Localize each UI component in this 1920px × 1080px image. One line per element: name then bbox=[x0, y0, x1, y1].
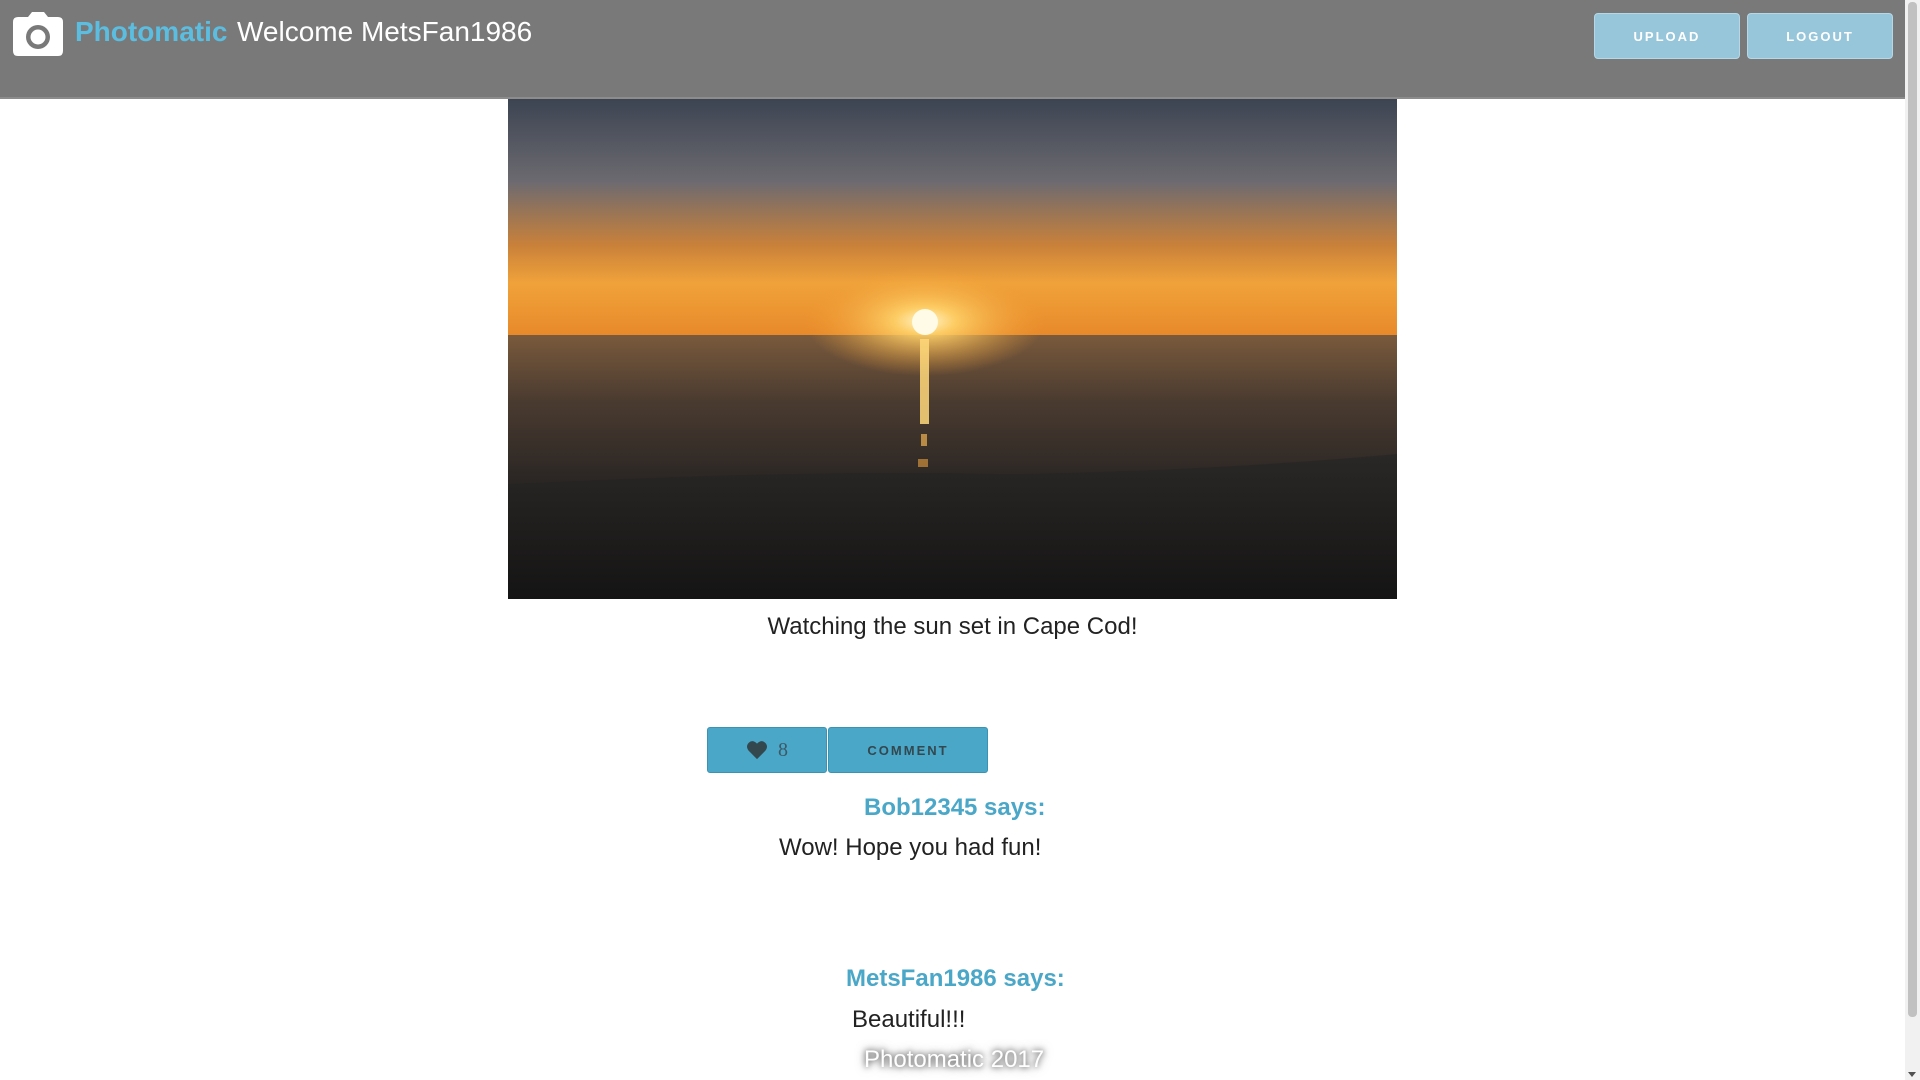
logout-button[interactable]: LOGOUT bbox=[1747, 13, 1893, 59]
top-navbar: Photomatic Welcome MetsFan1986 UPLOAD LO… bbox=[0, 0, 1905, 99]
post-caption: Watching the sun set in Cape Cod! bbox=[767, 613, 1138, 640]
vertical-scrollbar[interactable] bbox=[1905, 0, 1920, 1080]
comment-text: Beautiful!!! bbox=[852, 1006, 966, 1033]
camera-icon[interactable] bbox=[12, 11, 64, 57]
scrollbar-thumb[interactable] bbox=[1908, 2, 1917, 1017]
heart-icon bbox=[747, 741, 767, 760]
like-count: 8 bbox=[778, 738, 788, 761]
comment-button[interactable]: COMMENT bbox=[828, 727, 988, 773]
post-photo bbox=[508, 99, 1397, 599]
upload-button[interactable]: UPLOAD bbox=[1594, 13, 1740, 59]
brand-name[interactable]: Photomatic bbox=[75, 16, 227, 48]
page: Photomatic Welcome MetsFan1986 UPLOAD LO… bbox=[0, 0, 1905, 1080]
comment-author[interactable]: Bob12345 says: bbox=[864, 794, 1045, 822]
footer-copyright: Photomatic 2017 bbox=[864, 1046, 1045, 1073]
scroll-down-arrow-icon[interactable] bbox=[1908, 1072, 1916, 1077]
comment-author[interactable]: MetsFan1986 says: bbox=[846, 965, 1065, 993]
like-button[interactable]: 8 bbox=[707, 727, 827, 773]
comment-text: Wow! Hope you had fun! bbox=[779, 834, 1042, 861]
welcome-message: Welcome MetsFan1986 bbox=[237, 16, 533, 47]
